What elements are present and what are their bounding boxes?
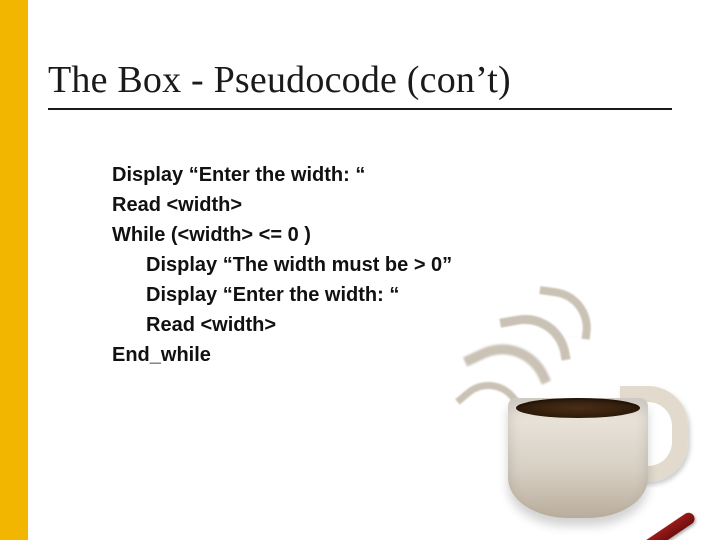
decorative-art — [438, 288, 698, 528]
code-line: Display “Enter the width: “ — [112, 160, 452, 190]
coffee-mug-icon — [508, 398, 648, 518]
slide: The Box - Pseudocode (con’t) Display “En… — [0, 0, 720, 540]
code-line: Display “Enter the width: “ — [112, 280, 452, 310]
slide-title: The Box - Pseudocode (con’t) — [48, 58, 511, 102]
title-underline — [48, 108, 672, 110]
code-line: Read <width> — [112, 190, 452, 220]
code-line: While (<width> <= 0 ) — [112, 220, 452, 250]
pseudocode-block: Display “Enter the width: “ Read <width>… — [112, 160, 452, 370]
mug-handle-icon — [620, 386, 688, 482]
code-line: Read <width> — [112, 310, 452, 340]
pen-icon — [564, 507, 698, 540]
accent-sidebar — [0, 0, 28, 540]
code-line: End_while — [112, 340, 452, 370]
steam-icon — [452, 270, 612, 410]
code-line: Display “The width must be > 0” — [112, 250, 452, 280]
